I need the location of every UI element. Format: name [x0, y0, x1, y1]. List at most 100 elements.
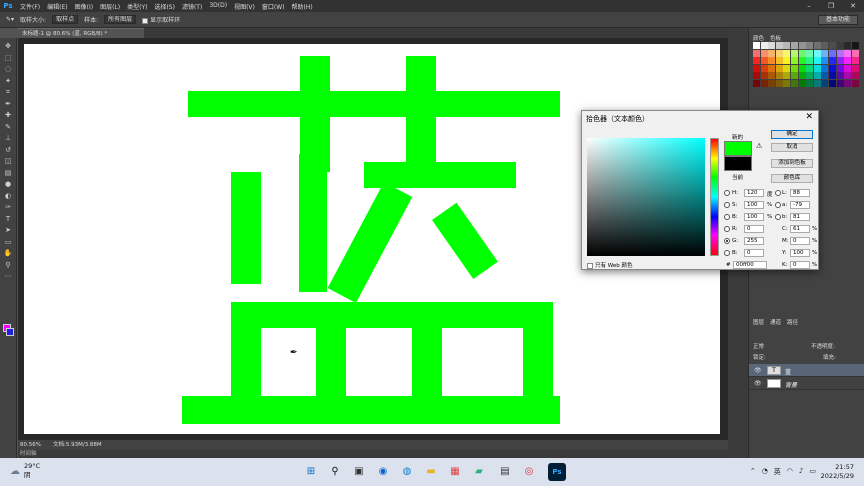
eye-icon[interactable]: 👁: [754, 380, 762, 387]
color-swatch[interactable]: [798, 57, 806, 65]
menu-help[interactable]: 帮助(H): [292, 2, 313, 11]
more-tools-icon[interactable]: ⋯: [2, 271, 14, 283]
color-swatch[interactable]: [813, 42, 821, 49]
quick-select-tool-icon[interactable]: ✦: [2, 76, 14, 88]
menu-view[interactable]: 视图(V): [234, 2, 255, 11]
chevron-up-icon[interactable]: ⌃: [750, 467, 756, 477]
color-swatch[interactable]: [813, 64, 821, 72]
color-swatch[interactable]: [813, 72, 821, 80]
pen-tool-icon[interactable]: ✑: [2, 202, 14, 214]
path-select-tool-icon[interactable]: ➤: [2, 225, 14, 237]
app-icon[interactable]: ▦: [446, 463, 464, 481]
hue-slider[interactable]: [710, 138, 719, 256]
color-swatch[interactable]: [828, 57, 836, 65]
radio-s[interactable]: [724, 202, 730, 208]
eyedropper-tool-icon[interactable]: ✒: [2, 99, 14, 111]
color-swatch[interactable]: [813, 49, 821, 57]
color-swatch[interactable]: [783, 42, 791, 49]
hex-field[interactable]: 00ff00: [733, 261, 767, 269]
color-swatch[interactable]: [753, 42, 760, 49]
menu-layer[interactable]: 图层(L): [100, 2, 120, 11]
blue-field[interactable]: 0: [744, 249, 764, 257]
eraser-tool-icon[interactable]: ◫: [2, 156, 14, 168]
radio-l[interactable]: [775, 190, 781, 196]
color-swatch[interactable]: [783, 72, 791, 80]
color-swatch[interactable]: [851, 64, 859, 72]
menu-filter[interactable]: 滤镜(T): [182, 2, 202, 11]
color-swatch[interactable]: [775, 57, 783, 65]
color-swatch[interactable]: [828, 64, 836, 72]
tab-layers[interactable]: 图层: [753, 318, 764, 326]
color-swatch[interactable]: [806, 79, 814, 87]
document-tab[interactable]: 未标题-1 @ 80.6% (蓝, RGB/8) *: [18, 28, 144, 38]
color-swatch[interactable]: [783, 64, 791, 72]
layer-row[interactable]: 👁 背景: [749, 377, 864, 390]
color-swatch[interactable]: [851, 42, 859, 49]
radio-g[interactable]: [724, 238, 730, 244]
color-swatch[interactable]: [836, 42, 844, 49]
radio-r[interactable]: [724, 226, 730, 232]
timeline-bar[interactable]: 时间轴: [18, 450, 728, 458]
show-ring-checkbox[interactable]: 显示取样环: [142, 15, 180, 24]
color-swatch[interactable]: [806, 57, 814, 65]
eye-icon[interactable]: 👁: [754, 367, 762, 374]
color-swatch[interactable]: [851, 57, 859, 65]
move-tool-icon[interactable]: ✥: [2, 41, 14, 53]
color-swatch[interactable]: [760, 64, 768, 72]
color-swatch[interactable]: [760, 79, 768, 87]
app-icon[interactable]: ▰: [470, 463, 488, 481]
lasso-tool-icon[interactable]: ◌: [2, 64, 14, 76]
menu-image[interactable]: 图像(I): [75, 2, 93, 11]
sample-select[interactable]: 所有图层: [104, 15, 137, 24]
tab-channels[interactable]: 通道: [770, 318, 781, 326]
color-swatch[interactable]: [821, 57, 829, 65]
ok-button[interactable]: 确定: [771, 130, 813, 139]
dodge-tool-icon[interactable]: ◐: [2, 191, 14, 203]
tab-swatches[interactable]: 色板: [770, 34, 781, 42]
lab-b-field[interactable]: 81: [790, 213, 810, 221]
color-swatch[interactable]: [798, 72, 806, 80]
color-swatch[interactable]: [753, 57, 760, 65]
l-field[interactable]: 88: [790, 189, 810, 197]
radio-blue[interactable]: [724, 250, 730, 256]
radio-h[interactable]: [724, 190, 730, 196]
blur-tool-icon[interactable]: ●: [2, 179, 14, 191]
color-swatch[interactable]: [790, 57, 798, 65]
saturation-brightness-field[interactable]: [587, 138, 705, 256]
color-swatch[interactable]: [753, 72, 760, 80]
k-field[interactable]: 0: [790, 261, 810, 269]
crop-tool-icon[interactable]: ⌗: [2, 87, 14, 99]
color-swatch[interactable]: [768, 64, 776, 72]
color-swatch[interactable]: [798, 79, 806, 87]
color-swatch[interactable]: [836, 64, 844, 72]
wifi-icon[interactable]: ◠: [787, 467, 793, 477]
gradient-tool-icon[interactable]: ▤: [2, 168, 14, 180]
color-swatch[interactable]: [851, 79, 859, 87]
color-swatch[interactable]: [828, 49, 836, 57]
workspace-select[interactable]: 基本功能: [818, 15, 858, 25]
color-swatch[interactable]: [806, 49, 814, 57]
color-swatch[interactable]: [844, 49, 852, 57]
color-swatch[interactable]: [836, 49, 844, 57]
color-swatch[interactable]: [813, 79, 821, 87]
battery-icon[interactable]: ▭: [809, 467, 816, 477]
video-app-icon[interactable]: ◉: [374, 463, 392, 481]
color-swatch[interactable]: [783, 49, 791, 57]
radio-a[interactable]: [775, 202, 781, 208]
b-field[interactable]: 100: [744, 213, 764, 221]
color-swatch[interactable]: [775, 42, 783, 49]
y-field[interactable]: 100: [790, 249, 810, 257]
photoshop-taskbar-icon[interactable]: Ps: [548, 463, 566, 481]
color-swatch[interactable]: [821, 64, 829, 72]
color-swatch[interactable]: [753, 79, 760, 87]
menu-file[interactable]: 文件(F): [20, 2, 40, 11]
menu-window[interactable]: 窗口(W): [262, 2, 285, 11]
menu-3d[interactable]: 3D(D): [209, 2, 227, 11]
network-icon[interactable]: ◔: [762, 467, 768, 477]
eyedropper-tool-icon[interactable]: ✎▾: [6, 16, 14, 23]
color-swatch[interactable]: [836, 79, 844, 87]
color-swatch[interactable]: [828, 72, 836, 80]
color-swatch[interactable]: [753, 49, 760, 57]
color-swatch[interactable]: [760, 42, 768, 49]
color-swatch[interactable]: [844, 64, 852, 72]
